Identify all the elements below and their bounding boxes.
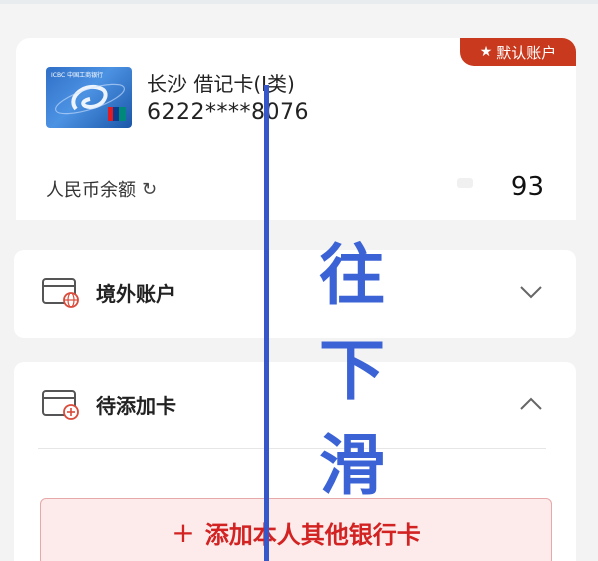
card-number: 6222****8076: [147, 100, 309, 125]
overseas-card-icon: [42, 278, 80, 312]
chevron-down-icon[interactable]: [520, 284, 542, 303]
swipe-hint-char-3: 滑: [319, 427, 385, 504]
card-bank-line: 长沙 借记卡(I类): [147, 72, 295, 96]
pending-card-row[interactable]: 待添加卡: [14, 362, 576, 450]
bank-card-image: ICBC 中国工商银行: [46, 67, 132, 128]
card-image-text: ICBC 中国工商银行: [51, 71, 103, 79]
blur-mask: [457, 178, 473, 188]
refresh-icon[interactable]: ↻: [142, 179, 157, 200]
account-list-sheet: 境外账户 待添加卡 + 添加本人其他银行卡: [0, 220, 598, 561]
swipe-hint-char-2: 下: [319, 332, 385, 409]
default-badge-label: 默认账户: [496, 43, 557, 62]
chevron-up-icon[interactable]: [520, 396, 542, 415]
account-card[interactable]: ★ 默认账户 ICBC 中国工商银行 长沙 借记卡(I类) 6222****80…: [16, 38, 576, 238]
swipe-down-hint: 往 下 滑: [312, 228, 392, 513]
star-icon: ★: [479, 44, 493, 60]
overseas-account-panel[interactable]: 境外账户: [14, 250, 576, 338]
pending-card-icon: [42, 390, 80, 424]
overseas-account-row[interactable]: 境外账户: [14, 250, 576, 338]
swipe-guide-line: [264, 85, 269, 561]
pending-card-title: 待添加卡: [96, 394, 176, 418]
pending-card-panel[interactable]: 待添加卡 + 添加本人其他银行卡: [14, 362, 576, 561]
add-card-label: 添加本人其他银行卡: [204, 520, 421, 549]
overseas-account-title: 境外账户: [96, 282, 176, 306]
add-other-card-button[interactable]: + 添加本人其他银行卡: [40, 498, 552, 561]
balance-label: 人民币余额: [46, 180, 136, 201]
swipe-hint-char-1: 往: [319, 237, 385, 314]
panel-divider: [38, 448, 546, 449]
plus-icon: +: [171, 515, 195, 549]
top-divider: [0, 0, 598, 4]
balance-row-label: 人民币余额 ↻: [46, 176, 157, 202]
balance-value: 93: [510, 172, 544, 202]
default-account-badge: ★ 默认账户: [460, 38, 576, 66]
